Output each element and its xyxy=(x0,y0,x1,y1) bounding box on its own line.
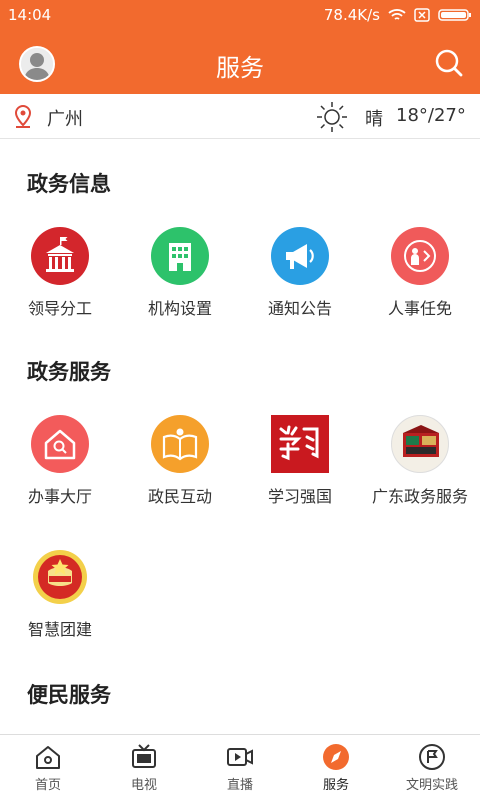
service-hall[interactable]: 办事大厅 xyxy=(0,415,120,507)
page-title: 服务 xyxy=(216,54,264,82)
app-bar: 服务 xyxy=(0,30,480,94)
office-building-icon xyxy=(151,227,209,285)
section-title-gov-info: 政务信息 xyxy=(27,172,111,196)
section-title-convenience: 便民服务 xyxy=(27,683,111,707)
tab-civilization-practice[interactable]: 文明实践 xyxy=(384,735,480,800)
home-icon xyxy=(36,746,60,769)
service-youth-league[interactable]: 智慧团建 xyxy=(0,548,120,640)
sunny-weather-icon xyxy=(317,102,347,132)
tv-icon xyxy=(132,744,156,768)
sim-icon xyxy=(414,8,430,22)
service-notice[interactable]: 通知公告 xyxy=(240,227,360,319)
network-speed: 78.4K/s xyxy=(323,6,380,24)
tab-label: 服务 xyxy=(322,778,349,793)
battery-icon xyxy=(438,9,471,21)
service-guangdong[interactable]: 广东政务服务 xyxy=(360,415,480,507)
interaction-book-icon xyxy=(151,415,209,473)
compass-icon xyxy=(323,744,349,770)
service-personnel[interactable]: 人事任免 xyxy=(360,227,480,319)
search-icon[interactable] xyxy=(434,48,464,78)
status-bar: 14:04 78.4K/s xyxy=(0,0,480,30)
service-label: 机构设置 xyxy=(147,299,212,318)
service-xuexi[interactable]: 学习强国 xyxy=(240,415,360,507)
service-label: 人事任免 xyxy=(387,299,452,318)
location-weather-bar: 广州 晴 18°/27° xyxy=(0,94,480,139)
service-label: 通知公告 xyxy=(267,299,332,318)
status-time: 14:04 xyxy=(8,6,52,24)
service-label: 智慧团建 xyxy=(27,620,92,639)
tab-service[interactable]: 服务 xyxy=(288,735,384,800)
guangdong-gov-service-logo xyxy=(391,415,449,473)
xuexi-qiangguo-logo xyxy=(271,415,329,473)
tab-label: 文明实践 xyxy=(405,778,458,793)
service-interaction[interactable]: 政民互动 xyxy=(120,415,240,507)
section-title-gov-service: 政务服务 xyxy=(27,360,111,384)
tab-label: 首页 xyxy=(34,778,61,793)
location-pin-icon[interactable] xyxy=(13,105,33,129)
service-label: 领导分工 xyxy=(27,299,92,318)
youth-league-emblem xyxy=(31,548,89,606)
service-label: 学习强国 xyxy=(267,487,332,506)
temperature: 18°/27° xyxy=(396,105,466,126)
tab-tv[interactable]: 电视 xyxy=(96,735,192,800)
service-leader-division[interactable]: 领导分工 xyxy=(0,227,120,319)
service-label: 办事大厅 xyxy=(27,487,92,506)
service-label: 广东政务服务 xyxy=(371,487,468,506)
tab-live[interactable]: 直播 xyxy=(192,735,288,800)
service-label: 政民互动 xyxy=(147,487,212,506)
city-name[interactable]: 广州 xyxy=(47,105,83,131)
tab-home[interactable]: 首页 xyxy=(0,735,96,800)
government-building-icon xyxy=(31,227,89,285)
person-appointment-icon xyxy=(391,227,449,285)
flag-badge-icon xyxy=(419,744,445,770)
bottom-tab-bar: 首页 电视 直播 服务 文明实践 xyxy=(0,734,480,800)
wifi-icon xyxy=(388,9,406,20)
service-org-setup[interactable]: 机构设置 xyxy=(120,227,240,319)
service-hall-icon xyxy=(31,415,89,473)
weather-text: 晴 xyxy=(365,109,383,130)
tab-label: 电视 xyxy=(130,778,157,793)
live-video-icon xyxy=(227,748,253,766)
megaphone-icon xyxy=(271,227,329,285)
tab-label: 直播 xyxy=(226,778,253,793)
